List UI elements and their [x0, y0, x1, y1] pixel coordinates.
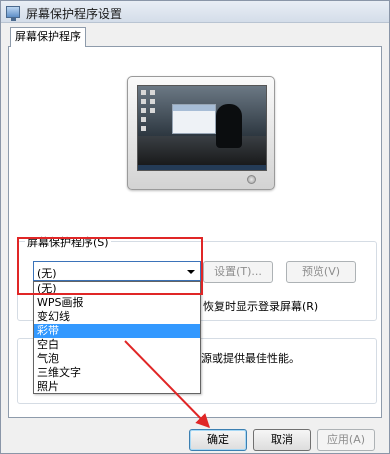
- cancel-button[interactable]: 取消: [253, 429, 311, 451]
- tab-screensaver[interactable]: 屏幕保护程序: [10, 27, 86, 47]
- dropdown-option-ribbons[interactable]: 彩带: [34, 324, 200, 338]
- dropdown-option-mystify[interactable]: 变幻线: [34, 310, 200, 324]
- preview-figure: [216, 104, 242, 148]
- settings-button[interactable]: 设置(T)...: [203, 261, 273, 283]
- preview-taskbar: [138, 165, 266, 170]
- desktop-icon: [141, 126, 146, 131]
- desktop-icon: [150, 108, 155, 113]
- window-title: 屏幕保护程序设置: [26, 7, 123, 21]
- desktop-icon: [150, 99, 155, 104]
- apply-button[interactable]: 应用(A): [317, 429, 375, 451]
- dropdown-option-bubbles[interactable]: 气泡: [34, 352, 200, 366]
- dropdown-option-blank[interactable]: 空白: [34, 338, 200, 352]
- ok-button[interactable]: 确定: [189, 429, 247, 451]
- title-bar: 屏幕保护程序设置: [1, 1, 389, 23]
- dropdown-option-photos[interactable]: 照片: [34, 380, 200, 394]
- dropdown-option-wps[interactable]: WPS画报: [34, 296, 200, 310]
- screensaver-dropdown-list: (无) WPS画报 变幻线 彩带 空白 气泡 三维文字 照片: [33, 281, 201, 394]
- desktop-icon: [150, 90, 155, 95]
- monitor-icon: [6, 6, 20, 21]
- dropdown-option-3d-text[interactable]: 三维文字: [34, 366, 200, 380]
- desktop-icon: [141, 108, 146, 113]
- preview-window: [172, 104, 216, 134]
- power-led-icon: [247, 175, 256, 184]
- desktop-icon: [141, 99, 146, 104]
- monitor-preview: [127, 76, 275, 190]
- preview-screen: [137, 85, 267, 171]
- desktop-icon: [141, 90, 146, 95]
- resume-login-label: 恢复时显示登录屏幕(R): [203, 300, 319, 313]
- desktop-icon: [141, 117, 146, 122]
- preview-button[interactable]: 预览(V): [286, 261, 356, 283]
- annotation-highlight-box: [17, 237, 203, 295]
- screensaver-settings-window: 屏幕保护程序设置 屏幕保护程序 屏幕保护程序(S) (无) 设置(T)... 预…: [0, 0, 390, 454]
